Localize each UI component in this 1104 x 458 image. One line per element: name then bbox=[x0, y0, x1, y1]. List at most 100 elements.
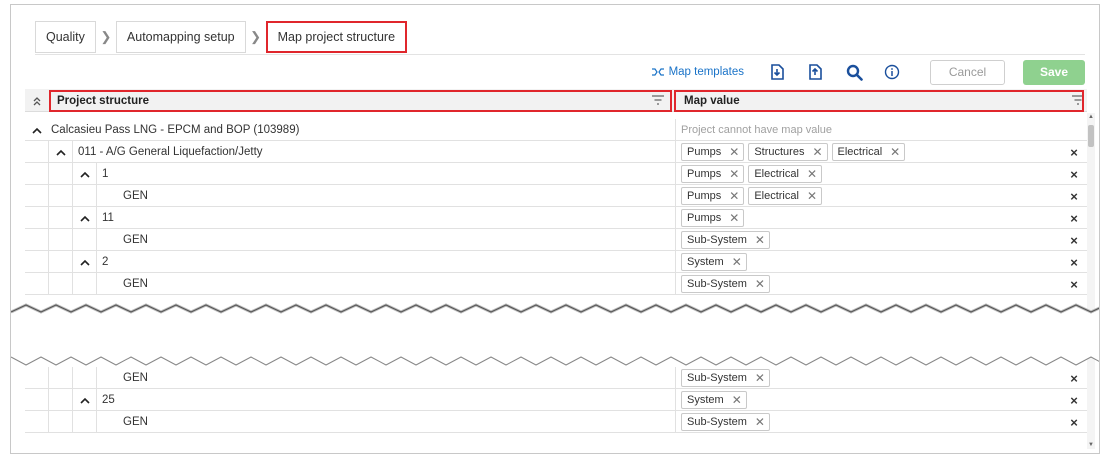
table-row[interactable]: GEN Sub-System ✕ × bbox=[25, 273, 1087, 295]
map-value-cell[interactable]: Pumps ✕ Structures ✕ Electrical ✕ bbox=[679, 141, 1069, 163]
chip-remove-icon[interactable]: ✕ bbox=[729, 212, 739, 224]
map-value-cell[interactable]: Pumps ✕ bbox=[679, 207, 1069, 229]
column-header-map-value: Map value bbox=[684, 94, 740, 107]
clear-row-icon[interactable]: × bbox=[1065, 141, 1083, 163]
map-value-chip: System ✕ bbox=[681, 391, 747, 409]
breadcrumb-quality[interactable]: Quality bbox=[35, 21, 96, 53]
map-value-chip: Sub-System ✕ bbox=[681, 231, 770, 249]
map-value-chip: Sub-System ✕ bbox=[681, 275, 770, 293]
map-value-cell[interactable]: Sub-System ✕ bbox=[679, 273, 1069, 295]
column-divider bbox=[675, 389, 676, 411]
chip-remove-icon[interactable]: ✕ bbox=[812, 146, 822, 158]
map-value-cell[interactable]: Sub-System ✕ bbox=[679, 367, 1069, 389]
collapse-all-button[interactable] bbox=[25, 89, 49, 112]
chip-remove-icon[interactable]: ✕ bbox=[807, 190, 817, 202]
chip-remove-icon[interactable]: ✕ bbox=[755, 416, 765, 428]
chip-remove-icon[interactable]: ✕ bbox=[729, 146, 739, 158]
map-value-cell[interactable]: Sub-System ✕ bbox=[679, 411, 1069, 433]
scrollbar-thumb[interactable] bbox=[1088, 125, 1094, 147]
map-value-cell[interactable]: Pumps ✕ Electrical ✕ bbox=[679, 185, 1069, 207]
clear-row-icon[interactable]: × bbox=[1065, 207, 1083, 229]
chip-label: Pumps bbox=[687, 190, 722, 202]
filter-icon[interactable] bbox=[1071, 94, 1085, 106]
tree-guide bbox=[72, 273, 73, 295]
cancel-button[interactable]: Cancel bbox=[930, 59, 1005, 85]
chevron-up-icon[interactable] bbox=[74, 389, 96, 411]
chevron-up-icon[interactable] bbox=[50, 141, 72, 163]
export-button[interactable] bbox=[804, 60, 828, 84]
map-value-cell[interactable]: Sub-System ✕ bbox=[679, 229, 1069, 251]
row-label: 2 bbox=[102, 256, 109, 268]
tree-guide bbox=[72, 163, 73, 185]
map-value-cell[interactable]: System ✕ bbox=[679, 251, 1069, 273]
import-button[interactable] bbox=[766, 60, 790, 84]
clear-row-icon[interactable]: × bbox=[1065, 229, 1083, 251]
chip-label: Pumps bbox=[687, 146, 722, 158]
chip-remove-icon[interactable]: ✕ bbox=[890, 146, 900, 158]
chevron-up-icon[interactable] bbox=[74, 207, 96, 229]
table-row[interactable]: GEN Sub-System ✕ × bbox=[25, 411, 1087, 433]
chevron-up-icon[interactable] bbox=[26, 119, 48, 141]
table-row[interactable]: 2 System ✕ × bbox=[25, 251, 1087, 273]
chip-remove-icon[interactable]: ✕ bbox=[729, 168, 739, 180]
app-frame: Quality ❯ Automapping setup ❯ Map projec… bbox=[10, 4, 1100, 454]
chevron-up-icon[interactable] bbox=[74, 163, 96, 185]
info-button[interactable] bbox=[880, 60, 904, 84]
row-label: GEN bbox=[123, 372, 148, 384]
chip-remove-icon[interactable]: ✕ bbox=[732, 256, 742, 268]
tree-guide bbox=[96, 185, 97, 207]
map-value-cell[interactable]: Project cannot have map value bbox=[679, 119, 1069, 141]
map-templates-link[interactable]: Map templates bbox=[651, 66, 744, 78]
tree-guide bbox=[72, 207, 73, 229]
table-row[interactable]: Calcasieu Pass LNG - EPCM and BOP (10398… bbox=[25, 119, 1087, 141]
breadcrumb-automapping-setup[interactable]: Automapping setup bbox=[115, 21, 246, 53]
column-divider bbox=[675, 141, 676, 163]
clear-row-icon[interactable]: × bbox=[1065, 411, 1083, 433]
scroll-down-icon[interactable]: ▼ bbox=[1087, 441, 1095, 449]
clear-row-icon[interactable]: × bbox=[1065, 251, 1083, 273]
map-value-cell[interactable]: Pumps ✕ Electrical ✕ bbox=[679, 163, 1069, 185]
chip-label: Sub-System bbox=[687, 416, 747, 428]
table-row[interactable]: 25 System ✕ × bbox=[25, 389, 1087, 411]
scroll-up-icon[interactable]: ▲ bbox=[1087, 113, 1095, 121]
chip-label: Pumps bbox=[687, 168, 722, 180]
chip-remove-icon[interactable]: ✕ bbox=[755, 234, 765, 246]
chip-label: Sub-System bbox=[687, 372, 747, 384]
row-label: 011 - A/G General Liquefaction/Jetty bbox=[78, 146, 263, 158]
chip-remove-icon[interactable]: ✕ bbox=[732, 394, 742, 406]
tree-guide bbox=[48, 229, 49, 251]
map-value-cell[interactable]: System ✕ bbox=[679, 389, 1069, 411]
tree-guide bbox=[72, 367, 73, 389]
clear-row-icon[interactable]: × bbox=[1065, 185, 1083, 207]
clear-row-icon[interactable]: × bbox=[1065, 163, 1083, 185]
clear-row-icon[interactable]: × bbox=[1065, 273, 1083, 295]
column-divider bbox=[675, 273, 676, 295]
chip-label: Electrical bbox=[754, 168, 799, 180]
map-value-chip: Pumps ✕ bbox=[681, 187, 745, 205]
breadcrumb-map-project-structure[interactable]: Map project structure bbox=[265, 21, 408, 53]
table-row[interactable]: 1 Pumps ✕ Electrical ✕ × bbox=[25, 163, 1087, 185]
save-button[interactable]: Save bbox=[1023, 59, 1085, 85]
tree-guide bbox=[96, 229, 97, 251]
chevron-up-icon[interactable] bbox=[74, 251, 96, 273]
table-row[interactable]: GEN Pumps ✕ Electrical ✕ × bbox=[25, 185, 1087, 207]
table-row[interactable]: GEN Sub-System ✕ × bbox=[25, 367, 1087, 389]
map-templates-icon bbox=[651, 68, 664, 76]
table-row[interactable]: 11 Pumps ✕ × bbox=[25, 207, 1087, 229]
search-button[interactable] bbox=[842, 60, 866, 84]
map-value-placeholder: Project cannot have map value bbox=[681, 124, 833, 136]
chip-remove-icon[interactable]: ✕ bbox=[755, 278, 765, 290]
chip-remove-icon[interactable]: ✕ bbox=[729, 190, 739, 202]
table-row[interactable]: GEN Sub-System ✕ × bbox=[25, 229, 1087, 251]
chip-label: Structures bbox=[754, 146, 805, 158]
chip-remove-icon[interactable]: ✕ bbox=[755, 372, 765, 384]
tree-guide bbox=[96, 163, 97, 185]
vertical-scrollbar[interactable]: ▲ ▼ bbox=[1087, 113, 1095, 449]
search-icon bbox=[846, 64, 863, 81]
clear-row-icon[interactable]: × bbox=[1065, 389, 1083, 411]
clear-row-icon[interactable]: × bbox=[1065, 367, 1083, 389]
table-row[interactable]: 011 - A/G General Liquefaction/Jetty Pump… bbox=[25, 141, 1087, 163]
filter-icon[interactable] bbox=[651, 94, 665, 106]
divider bbox=[35, 54, 1085, 55]
chip-remove-icon[interactable]: ✕ bbox=[807, 168, 817, 180]
